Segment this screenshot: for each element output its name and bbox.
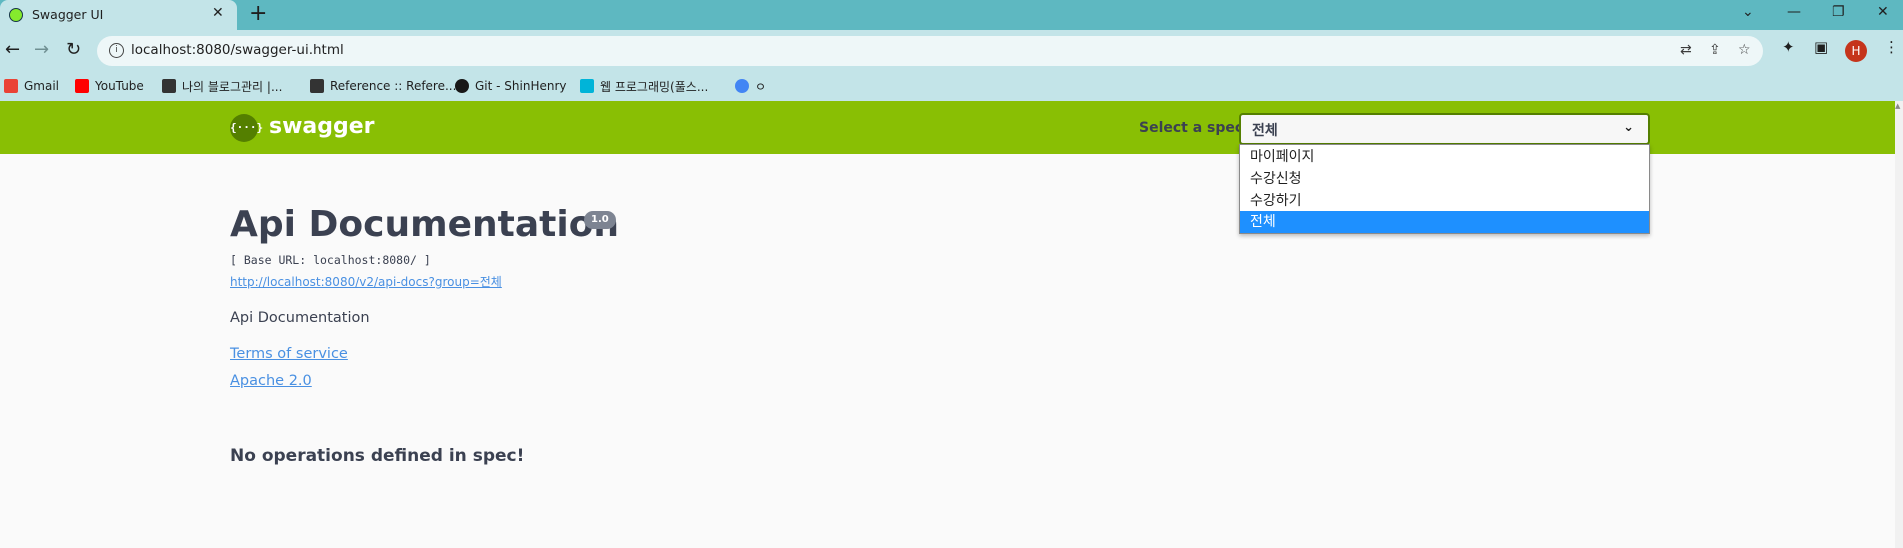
new-tab-button[interactable]: +	[249, 1, 267, 26]
browser-tab[interactable]: Swagger UI ✕	[0, 0, 237, 30]
gmail-icon	[4, 79, 18, 93]
close-tab-icon[interactable]: ✕	[212, 5, 224, 21]
site-info-icon[interactable]: i	[109, 43, 124, 58]
bookmark-web-programming[interactable]: 웹 프로그래밍(풀스...	[580, 75, 708, 97]
spec-url-link[interactable]: http://localhost:8080/v2/api-docs?group=…	[230, 273, 502, 290]
bookmark-label: 나의 블로그관리 |...	[182, 79, 283, 94]
terms-of-service-link[interactable]: Terms of service	[230, 346, 348, 362]
spec-option-selected[interactable]: 전체	[1240, 211, 1649, 233]
bookmark-gmail[interactable]: Gmail	[4, 75, 59, 97]
bookmark-label: YouTube	[95, 79, 144, 93]
swagger-logo-icon[interactable]: {···}	[230, 114, 263, 142]
bookmark-label: Gmail	[24, 79, 60, 93]
api-description: Api Documentation	[230, 310, 370, 326]
bookmark-reference[interactable]: Reference :: Refere...	[310, 75, 456, 97]
star-icon[interactable]: ☆	[1738, 42, 1751, 58]
spec-select[interactable]: 전체 ⌄	[1239, 113, 1650, 145]
select-spec-label: Select a spec	[1139, 120, 1244, 136]
chevron-down-icon: ⌄	[1623, 120, 1634, 135]
extensions-icon[interactable]: ✦	[1782, 38, 1795, 56]
bookmarks-bar: Gmail YouTube 나의 블로그관리 |... Reference ::…	[0, 72, 1903, 102]
restore-button[interactable]: ❐	[1832, 4, 1845, 20]
translate-icon[interactable]: ⇄	[1680, 42, 1692, 58]
close-window-button[interactable]: ✕	[1877, 4, 1889, 20]
selected-spec: 전체	[1252, 123, 1278, 139]
spec-option[interactable]: 수강하기	[1240, 190, 1649, 212]
youtube-icon	[75, 79, 89, 93]
profile-avatar[interactable]: H	[1845, 40, 1867, 62]
scroll-up-icon[interactable]: ▲	[1895, 102, 1900, 110]
github-icon	[455, 79, 469, 93]
bookmark-label: ㅇ	[755, 79, 767, 94]
license-link[interactable]: Apache 2.0	[230, 373, 312, 389]
url-text[interactable]: localhost:8080/swagger-ui.html	[131, 42, 344, 58]
forward-button[interactable]: →	[34, 39, 49, 60]
swagger-favicon-icon	[9, 8, 23, 22]
no-operations-message: No operations defined in spec!	[230, 446, 525, 466]
tistory-icon	[162, 79, 176, 93]
bookmark-git[interactable]: Git - ShinHenry	[455, 75, 567, 97]
page-scrollbar[interactable]	[1895, 101, 1903, 548]
spec-option[interactable]: 수강신청	[1240, 168, 1649, 190]
tab-strip: Swagger UI ✕ + ⌄ — ❐ ✕	[0, 0, 1903, 30]
reload-button[interactable]: ↻	[66, 39, 81, 60]
page-title: Api Documentation	[230, 204, 620, 245]
bookmark-google[interactable]: ㅇ	[735, 75, 766, 97]
address-bar[interactable]: i localhost:8080/swagger-ui.html ⇄ ⇪ ☆	[97, 36, 1763, 66]
browser-toolbar: ← → ↻ i localhost:8080/swagger-ui.html ⇄…	[0, 30, 1903, 72]
bookmark-blog-admin[interactable]: 나의 블로그관리 |...	[162, 75, 282, 97]
bookmark-label: 웹 프로그래밍(풀스...	[600, 79, 709, 94]
google-icon	[735, 79, 749, 93]
bookmark-youtube[interactable]: YouTube	[75, 75, 144, 97]
minimize-button[interactable]: —	[1787, 4, 1801, 20]
swagger-logo-text[interactable]: swagger	[269, 114, 375, 139]
back-button[interactable]: ←	[5, 39, 20, 60]
menu-icon[interactable]: ⋮	[1884, 38, 1899, 56]
bookmark-label: Reference :: Refere...	[330, 79, 457, 93]
version-badge: 1.0	[584, 211, 616, 229]
tistory-icon	[310, 79, 324, 93]
base-url: [ Base URL: localhost:8080/ ]	[230, 253, 431, 267]
spec-option[interactable]: 마이페이지	[1240, 146, 1649, 168]
share-icon[interactable]: ⇪	[1709, 42, 1721, 58]
spec-dropdown-list: 마이페이지 수강신청 수강하기 전체	[1239, 144, 1650, 234]
side-panel-icon[interactable]: ▣	[1814, 38, 1828, 56]
site-icon	[580, 79, 594, 93]
tab-search-icon[interactable]: ⌄	[1742, 4, 1754, 20]
tab-title: Swagger UI	[32, 7, 104, 22]
bookmark-label: Git - ShinHenry	[475, 79, 567, 93]
